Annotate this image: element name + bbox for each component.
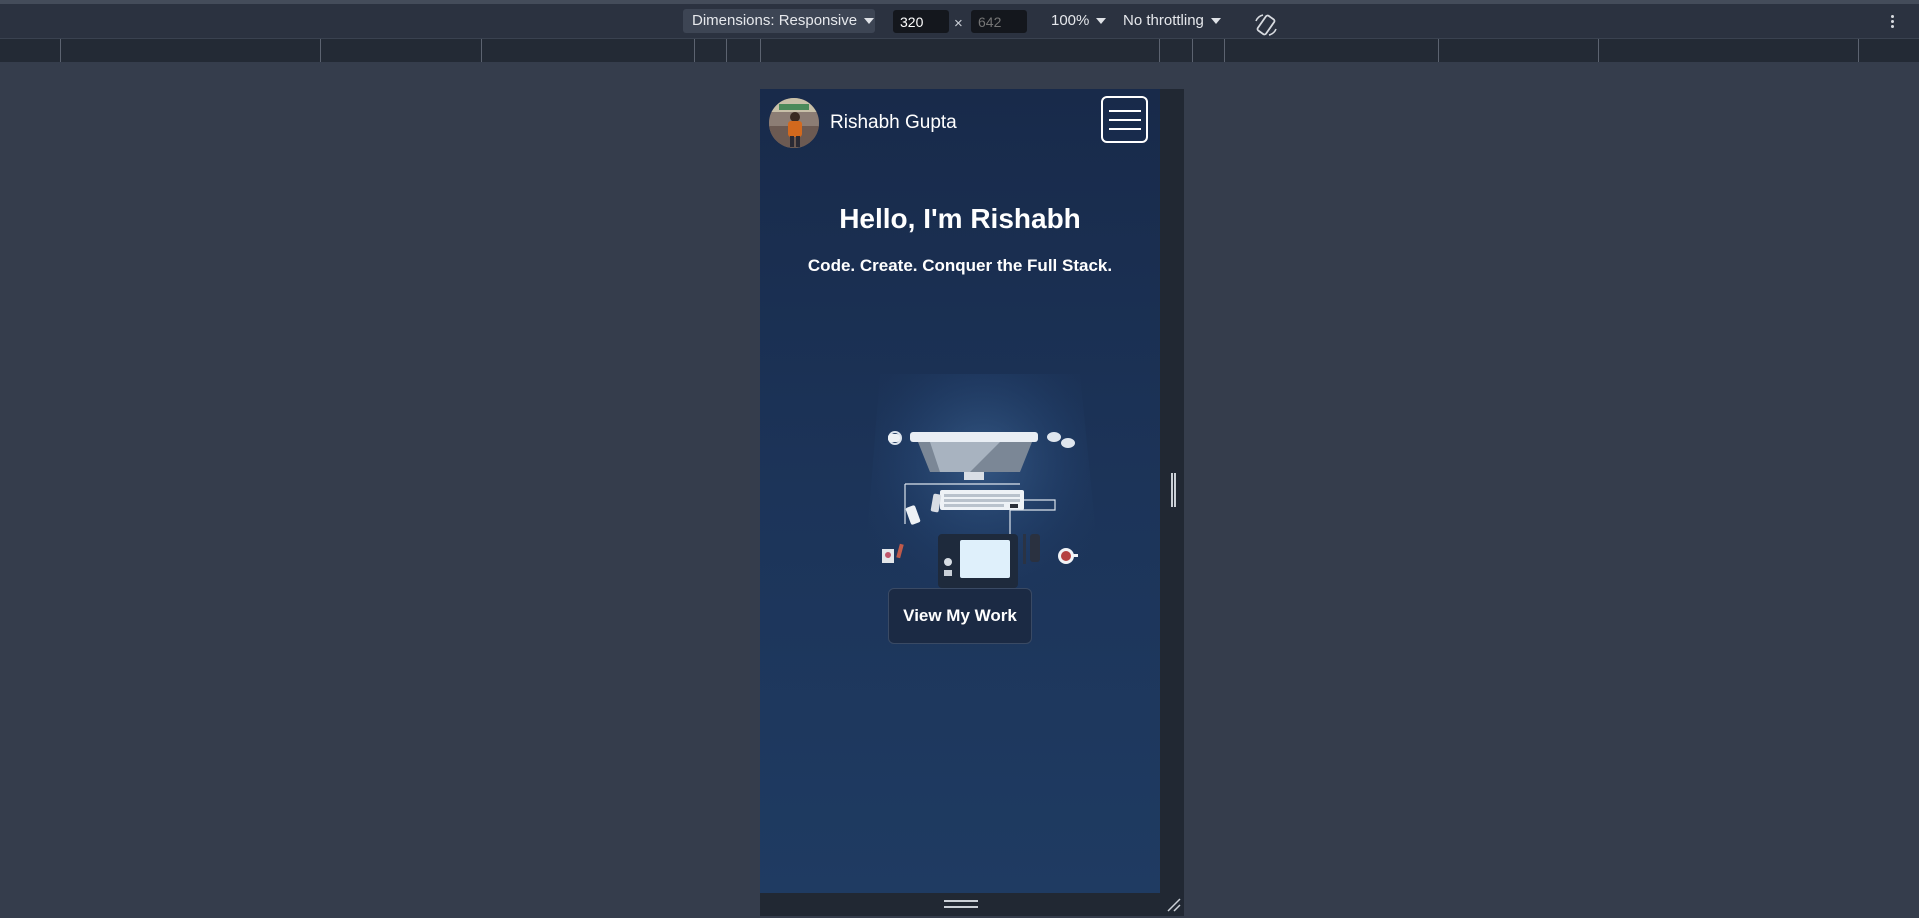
throttling-dropdown[interactable]: No throttling (1123, 9, 1221, 33)
profile-photo-icon (769, 98, 819, 148)
rotate-device-icon (1255, 14, 1277, 36)
avatar[interactable] (769, 98, 819, 148)
hero-subtitle: Code. Create. Conquer the Full Stack. (807, 256, 1113, 275)
site-navbar: Rishabh Gupta (760, 89, 1160, 161)
more-options-button[interactable] (1888, 13, 1896, 33)
height-resize-handle[interactable] (944, 900, 978, 908)
menu-toggle-button[interactable] (1101, 96, 1148, 143)
chevron-down-icon (1210, 18, 1221, 25)
width-input[interactable] (893, 10, 949, 33)
media-query-bar[interactable] (0, 39, 1919, 62)
desk-illustration (860, 334, 1105, 624)
zoom-label: 100% (1051, 12, 1090, 29)
hero-title: Hello, I'm Rishabh (839, 203, 1081, 234)
dimensions-dropdown[interactable]: Dimensions: Responsive (683, 9, 875, 33)
times-symbol: × (954, 15, 963, 32)
device-toolbar: Dimensions: Responsive × 100% No throttl… (0, 4, 1919, 39)
width-resize-handle[interactable] (1171, 473, 1176, 507)
corner-resize-handle[interactable] (1165, 896, 1181, 912)
rotate-button[interactable] (1253, 12, 1279, 38)
throttling-label: No throttling (1123, 12, 1204, 29)
resize-corner-icon (1167, 898, 1181, 912)
dimensions-label: Dimensions: Responsive (692, 12, 858, 29)
device-viewport: Rishabh Gupta Hello, I'm Rishabh Code. C… (760, 89, 1160, 893)
chevron-down-icon (864, 18, 875, 25)
height-input[interactable] (971, 10, 1027, 33)
more-options-icon (1890, 15, 1894, 18)
brand-name[interactable]: Rishabh Gupta (830, 112, 957, 134)
view-my-work-button[interactable]: View My Work (888, 588, 1032, 644)
zoom-dropdown[interactable]: 100% (1051, 9, 1107, 33)
chevron-down-icon (1096, 18, 1107, 25)
